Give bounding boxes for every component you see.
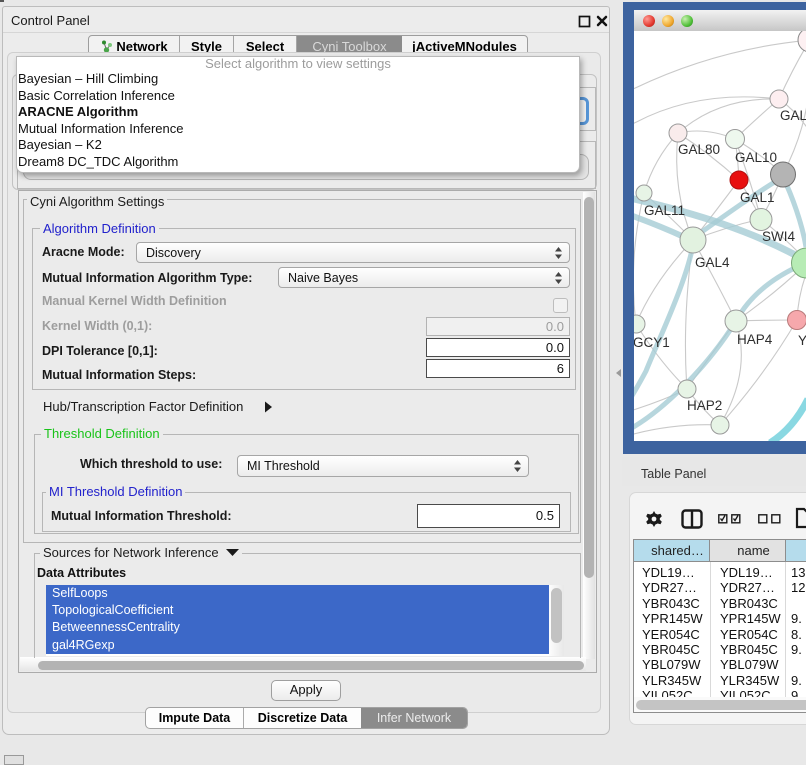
svg-text:GAL11: GAL11	[644, 203, 685, 218]
svg-text:HAP2: HAP2	[687, 398, 722, 413]
svg-text:GAL80: GAL80	[678, 142, 720, 157]
svg-text:HAP4: HAP4	[737, 332, 773, 347]
svg-text:GAL7: GAL7	[780, 108, 806, 123]
svg-text:GAL10: GAL10	[735, 150, 777, 165]
svg-text:SWI4: SWI4	[762, 229, 795, 244]
svg-text:GAL1: GAL1	[740, 190, 775, 205]
svg-text:Y: Y	[798, 333, 806, 348]
svg-text:GAL4: GAL4	[695, 255, 730, 270]
svg-text:GCY1: GCY1	[634, 335, 670, 350]
